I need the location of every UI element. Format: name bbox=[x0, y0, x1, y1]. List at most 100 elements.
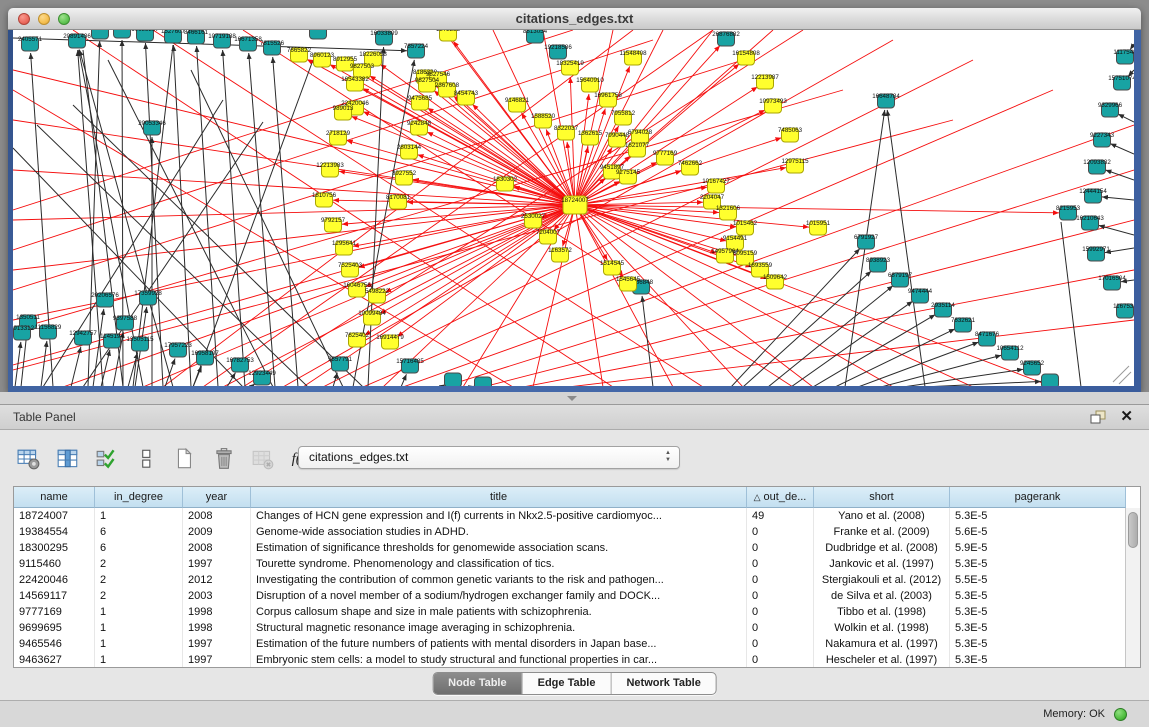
graph-node-label: 8215953 bbox=[1056, 205, 1081, 212]
application-window: citations_edges.txt 24055712089143610655… bbox=[0, 0, 1149, 727]
row-selection-icon[interactable] bbox=[94, 446, 120, 472]
graph-node-label: 17016504 bbox=[1098, 275, 1126, 282]
graph-edge bbox=[1061, 222, 1081, 386]
graph-node-label: 1545645 bbox=[616, 276, 641, 283]
table-row[interactable]: 2242004622012Investigating the contribut… bbox=[14, 572, 1140, 588]
close-panel-icon[interactable]: ✕ bbox=[1120, 407, 1133, 427]
vertical-boxes-icon[interactable] bbox=[133, 446, 159, 472]
table-row[interactable]: 946362711997Embryonic stem cells: a mode… bbox=[14, 652, 1140, 668]
table-options-icon[interactable] bbox=[16, 446, 42, 472]
table-cell: 5.3E-5 bbox=[950, 556, 1126, 572]
table-row[interactable]: 1872400712008Changes of HCN gene express… bbox=[14, 508, 1140, 524]
table-row[interactable]: 1938455462009Genome-wide association stu… bbox=[14, 524, 1140, 540]
float-window-icon[interactable] bbox=[1090, 410, 1107, 425]
column-header-pagerank[interactable]: pagerank bbox=[950, 487, 1126, 508]
graph-edge bbox=[768, 286, 893, 386]
graph-edge bbox=[333, 373, 337, 386]
table-row[interactable]: 969969511998Structural magnetic resonanc… bbox=[14, 620, 1140, 636]
column-header-name[interactable]: name bbox=[14, 487, 95, 508]
table-cell: 0 bbox=[747, 572, 814, 588]
table-cell: 9699695 bbox=[14, 620, 95, 636]
table-cell: 1997 bbox=[183, 636, 251, 652]
show-columns-icon[interactable] bbox=[55, 446, 81, 472]
table-cell: 9465546 bbox=[14, 636, 95, 652]
graph-node-label: 8466161 bbox=[184, 30, 209, 36]
table-tabs: Node TableEdge TableNetwork Table bbox=[432, 672, 717, 695]
table-panel-title: Table Panel bbox=[13, 405, 76, 429]
scrollbar-thumb[interactable] bbox=[1128, 512, 1138, 548]
graph-node-label: 2405571 bbox=[18, 36, 43, 43]
graph-node-label: 1321606 bbox=[716, 205, 741, 212]
network-window[interactable]: citations_edges.txt 24055712089143610655… bbox=[8, 8, 1141, 392]
table-row[interactable]: 977716911998Corpus callosum shape and si… bbox=[14, 604, 1140, 620]
table-row[interactable]: 1830029562008Estimation of significance … bbox=[14, 540, 1140, 556]
vertical-scrollbar[interactable] bbox=[1125, 508, 1140, 667]
network-window-titlebar[interactable]: citations_edges.txt bbox=[8, 8, 1141, 30]
graph-node-label: 9397588 bbox=[113, 315, 138, 322]
column-header-year[interactable]: year bbox=[183, 487, 251, 508]
table-row[interactable]: 911546021997Tourette syndrome. Phenomeno… bbox=[14, 556, 1140, 572]
graph-node-label: 7857224 bbox=[404, 43, 429, 50]
graph-node-label: 8912955 bbox=[333, 56, 358, 63]
network-canvas[interactable]: 2405571208914361065525715276078466161107… bbox=[13, 30, 1134, 386]
memory-status-icon[interactable] bbox=[1114, 708, 1127, 721]
graph-node-label: 1693559 bbox=[748, 262, 773, 269]
table-cell: 1 bbox=[95, 620, 183, 636]
table-row[interactable]: 1456911722003Disruption of a novel membe… bbox=[14, 588, 1140, 604]
graph-edge bbox=[1118, 114, 1134, 122]
graph-node-label: 1830302 bbox=[493, 176, 518, 183]
tab-edge-table[interactable]: Edge Table bbox=[522, 673, 611, 694]
graph-node-label: 989013 bbox=[333, 105, 354, 112]
graph-node[interactable] bbox=[445, 373, 462, 386]
graph-node-label: 26876882 bbox=[712, 31, 740, 38]
graph-edge bbox=[813, 315, 935, 386]
graph-node-label: 9475685 bbox=[408, 95, 433, 102]
graph-edge bbox=[743, 271, 871, 386]
graph-node-label: 15640910 bbox=[576, 77, 604, 84]
graph-node-label: 10973493 bbox=[759, 98, 787, 105]
column-header-short[interactable]: short bbox=[814, 487, 950, 508]
graph-edge bbox=[858, 342, 979, 386]
table-cell: 9777169 bbox=[14, 604, 95, 620]
column-header-in_degree[interactable]: in_degree bbox=[95, 487, 183, 508]
table-cell: Estimation of significance thresholds fo… bbox=[251, 540, 747, 556]
graph-node[interactable] bbox=[1042, 374, 1059, 386]
graph-node-label: 12213987 bbox=[751, 74, 779, 81]
graph-node-label: 9245652 bbox=[1020, 360, 1045, 367]
column-header-title[interactable]: title bbox=[251, 487, 747, 508]
tab-node-table[interactable]: Node Table bbox=[433, 673, 521, 694]
graph-node-label: 3913312 bbox=[13, 325, 35, 332]
delete-rows-icon[interactable] bbox=[211, 446, 237, 472]
divider-handle-icon[interactable] bbox=[567, 396, 577, 401]
graph-node-label: 10655257 bbox=[131, 30, 159, 33]
graph-node-label: 8813054 bbox=[523, 30, 548, 35]
table-selector-dropdown[interactable]: citations_edges.txt ▲▼ bbox=[298, 446, 680, 469]
graph-node-label: 11156829 bbox=[35, 324, 62, 331]
graph-node-label: 10654112 bbox=[996, 345, 1024, 352]
graph-node-label: 11548408 bbox=[619, 50, 647, 57]
graph-node[interactable] bbox=[475, 377, 492, 386]
graph-node[interactable] bbox=[114, 30, 131, 38]
graph-edge bbox=[1102, 197, 1134, 200]
graph-edge bbox=[642, 296, 653, 386]
table-cell: Investigating the contribution of common… bbox=[251, 572, 747, 588]
column-header-out_de[interactable]: △out_de... bbox=[747, 487, 814, 508]
new-table-icon[interactable] bbox=[172, 446, 198, 472]
table-header-row: namein_degreeyeartitle△out_de...shortpag… bbox=[14, 487, 1140, 508]
split-divider[interactable] bbox=[0, 392, 1149, 404]
graph-node-label: 9777169 bbox=[653, 150, 678, 157]
table-row[interactable]: 946554611997Estimation of the future num… bbox=[14, 636, 1140, 652]
graph-node-label: 2718129 bbox=[326, 130, 351, 137]
graph-node-label: 1167533 bbox=[1113, 303, 1134, 310]
table-cell: 5.3E-5 bbox=[950, 508, 1126, 524]
graph-node-label: 7204007 bbox=[536, 229, 561, 236]
graph-node-label: 9242848 bbox=[407, 120, 432, 127]
network-svg[interactable]: 2405571208914361065525715276078466161107… bbox=[13, 30, 1134, 386]
graph-edge bbox=[145, 43, 163, 386]
graph-node-label: 8095159 bbox=[733, 250, 758, 257]
table-cell: 5.9E-5 bbox=[950, 540, 1126, 556]
graph-node[interactable] bbox=[310, 30, 327, 39]
graph-node[interactable] bbox=[92, 30, 109, 39]
graph-node-label: 5498222 bbox=[365, 288, 390, 295]
tab-network-table[interactable]: Network Table bbox=[610, 673, 715, 694]
